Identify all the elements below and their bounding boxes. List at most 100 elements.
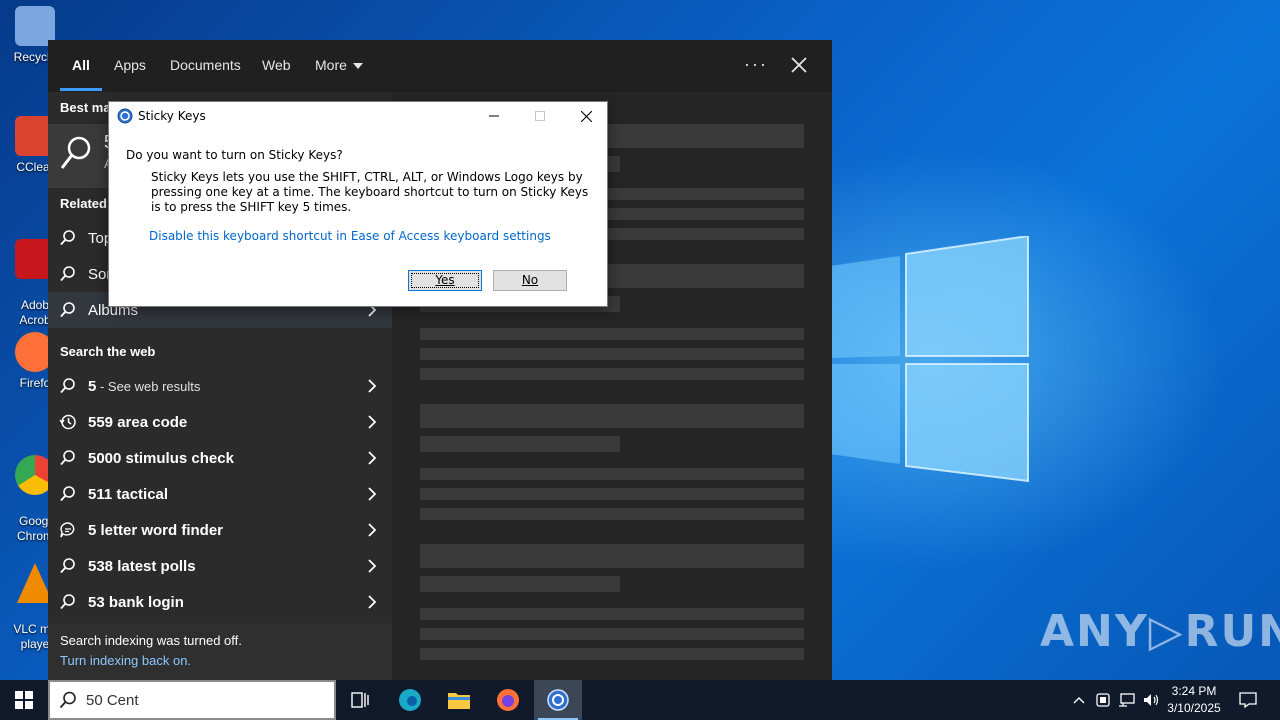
web-result-query: 511 tactical — [88, 485, 169, 503]
web-result-query: 559 area code — [88, 413, 188, 431]
search-icon — [60, 136, 91, 169]
tray-app-button[interactable] — [1092, 680, 1114, 720]
minimize-icon — [489, 115, 499, 117]
indexing-notice: Search indexing was turned off. Turn ind… — [48, 623, 392, 680]
clock-time: 3:24 PM — [1171, 684, 1217, 698]
dialog-close-button[interactable] — [563, 102, 609, 130]
taskbar-search-box[interactable] — [48, 680, 336, 720]
web-result-item[interactable]: 559 area code — [48, 404, 392, 440]
web-result-item[interactable]: 511 tactical — [48, 476, 392, 512]
network-icon — [1119, 693, 1135, 707]
tray-app-icon — [1096, 693, 1110, 707]
anyrun-watermark: ANY▷RUN — [1040, 606, 1280, 657]
taskbar-edge[interactable] — [386, 680, 434, 720]
web-result-label: 5000 stimulus check — [88, 450, 352, 467]
web-result-query: 538 latest polls — [88, 557, 196, 575]
search-icon — [60, 302, 75, 318]
task-view-icon — [351, 692, 369, 708]
chevron-right-icon — [368, 559, 377, 573]
start-button[interactable] — [0, 680, 48, 720]
web-result-label: 538 latest polls — [88, 558, 352, 575]
no-button[interactable]: No — [493, 270, 567, 291]
web-result-item[interactable]: 53 bank login — [48, 584, 392, 620]
more-options-icon[interactable]: ··· — [744, 54, 768, 75]
history-icon — [59, 414, 76, 430]
loading-placeholder — [420, 488, 804, 500]
maximize-icon — [535, 111, 545, 121]
edge-icon — [399, 689, 421, 711]
taskbar-file-explorer[interactable] — [435, 680, 483, 720]
web-result-label: 511 tactical — [88, 486, 352, 503]
sticky-keys-dialog: Sticky Keys Do you want to turn on Stick… — [108, 101, 608, 307]
search-icon — [60, 266, 75, 282]
loading-placeholder — [420, 576, 620, 592]
tab-documents[interactable]: Documents — [170, 40, 241, 92]
firefox-icon — [497, 689, 519, 711]
web-result-label: 5 letter word finder — [88, 522, 352, 539]
best-match-title: Best ma — [60, 100, 111, 115]
dialog-description: Sticky Keys lets you use the SHIFT, CTRL… — [151, 170, 589, 214]
search-icon — [60, 594, 75, 610]
ease-of-access-icon — [547, 689, 569, 711]
web-result-item[interactable]: 5 letter word finder — [48, 512, 392, 548]
web-result-label: 559 area code — [88, 414, 352, 431]
tab-apps[interactable]: Apps — [114, 40, 146, 92]
loading-placeholder — [420, 628, 804, 640]
chevron-right-icon — [368, 379, 377, 393]
task-view-button[interactable] — [336, 680, 384, 720]
taskbar-clock[interactable]: 3:24 PM 3/10/2025 — [1158, 683, 1230, 717]
dialog-title: Sticky Keys — [138, 109, 206, 123]
tab-more[interactable]: More — [315, 40, 363, 92]
tab-more-label: More — [315, 57, 347, 73]
search-icon — [60, 230, 75, 246]
taskbar-search-input[interactable] — [86, 691, 316, 709]
turn-indexing-on-link[interactable]: Turn indexing back on. — [60, 653, 191, 668]
indexing-off-text: Search indexing was turned off. — [60, 633, 242, 648]
dialog-titlebar[interactable]: Sticky Keys — [109, 102, 607, 130]
web-result-query: 5000 stimulus check — [88, 449, 234, 467]
related-title: Related — [60, 196, 107, 211]
close-icon — [580, 110, 592, 122]
yes-button-label: Yes — [435, 273, 455, 287]
chevron-right-icon — [368, 523, 377, 537]
web-result-query: 5 letter word finder — [88, 521, 224, 539]
disable-shortcut-link[interactable]: Disable this keyboard shortcut in Ease o… — [149, 229, 551, 243]
web-result-label: 5 - See web results — [88, 378, 352, 395]
action-center-button[interactable] — [1232, 680, 1264, 720]
loading-placeholder — [420, 328, 804, 340]
search-icon — [60, 486, 75, 502]
chat-icon — [60, 522, 75, 538]
chevron-right-icon — [368, 415, 377, 429]
network-button[interactable] — [1116, 680, 1138, 720]
web-result-item[interactable]: 538 latest polls — [48, 548, 392, 584]
no-button-label: No — [521, 273, 539, 287]
minimize-button[interactable] — [471, 102, 517, 130]
taskbar-firefox[interactable] — [484, 680, 532, 720]
loading-placeholder — [420, 544, 804, 568]
chevron-up-icon — [1073, 697, 1085, 704]
chevron-right-icon — [368, 487, 377, 501]
tab-all[interactable]: All — [60, 40, 102, 92]
search-tabs: All Apps Documents Web More ··· — [48, 40, 832, 92]
loading-placeholder — [420, 468, 804, 480]
folder-icon — [448, 693, 470, 709]
loading-placeholder — [420, 508, 804, 520]
web-result-item[interactable]: 5000 stimulus check — [48, 440, 392, 476]
clock-date: 3/10/2025 — [1167, 701, 1221, 715]
web-result-item[interactable]: 5 - See web results — [48, 368, 392, 404]
taskbar: 3:24 PM 3/10/2025 — [0, 680, 1280, 720]
taskbar-sticky-keys[interactable] — [534, 680, 582, 720]
close-icon[interactable] — [788, 54, 810, 76]
notification-icon — [1239, 692, 1257, 708]
ease-of-access-icon — [117, 108, 133, 124]
search-web-title: Search the web — [60, 344, 156, 359]
tab-web[interactable]: Web — [262, 40, 291, 92]
yes-button[interactable]: Yes — [408, 270, 482, 291]
loading-placeholder — [420, 348, 804, 360]
loading-placeholder — [420, 368, 804, 380]
search-icon — [60, 378, 75, 394]
loading-placeholder — [420, 648, 804, 660]
search-icon — [60, 450, 75, 466]
web-result-label: 53 bank login — [88, 594, 352, 611]
show-hidden-icons-button[interactable] — [1068, 680, 1090, 720]
